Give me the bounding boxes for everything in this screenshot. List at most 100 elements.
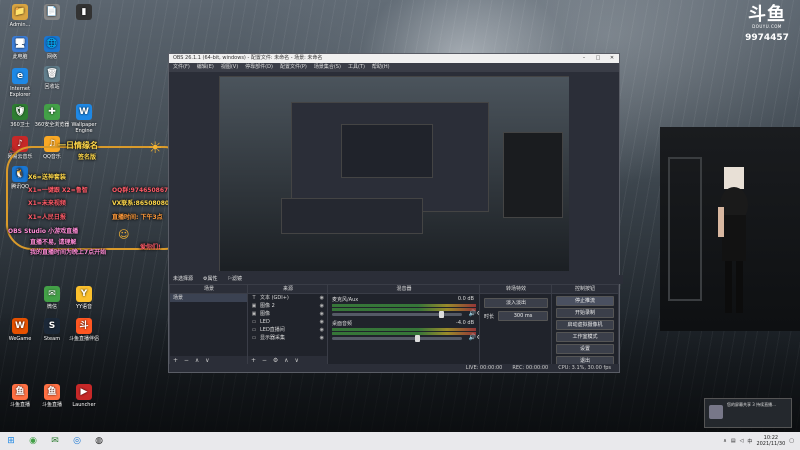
browser-icon[interactable]: ◎ bbox=[66, 432, 88, 450]
obs-taskbar-icon[interactable]: ◍ bbox=[88, 432, 110, 450]
source-item[interactable]: T 文本 (GDI+) ◉ bbox=[248, 294, 328, 302]
desktop-icon[interactable]: 鱼斗鱼直播 bbox=[2, 384, 38, 408]
visibility-icon[interactable]: ◉ bbox=[320, 310, 324, 318]
network-icon[interactable]: ▤ bbox=[731, 438, 736, 444]
desktop-icon-label: 微信 bbox=[46, 304, 57, 310]
tray-expand-icon[interactable]: ∧ bbox=[723, 438, 727, 444]
overlay-note: X1=未来视频 bbox=[28, 200, 66, 207]
douyu-watermark: 斗鱼 DOUYU.COM 9974457 bbox=[742, 6, 792, 44]
control-button[interactable]: 设置 bbox=[556, 344, 614, 354]
volume-knob[interactable] bbox=[415, 335, 421, 342]
menu-item[interactable]: 停靠部件(D) bbox=[245, 63, 273, 72]
source-item[interactable]: ▭ LED直播间 ◉ bbox=[248, 326, 328, 334]
volume-knob[interactable] bbox=[438, 311, 444, 318]
duration-input[interactable]: 300 ms bbox=[498, 311, 548, 321]
control-buttons: 停止推流 开始录制 启动虚拟摄像机 工作室模式 设置 退出 bbox=[552, 296, 618, 366]
desktop-icon[interactable]: ▶ Launcher bbox=[66, 384, 102, 408]
overlay-title: 一日情缘名 bbox=[58, 141, 98, 150]
menu-item[interactable]: 编辑(E) bbox=[197, 63, 214, 72]
menu-item[interactable]: 配置文件(P) bbox=[280, 63, 307, 72]
desktop-icon[interactable]: 鱼斗鱼直播 bbox=[34, 384, 70, 408]
desktop-icon[interactable]: e Internet Explorer bbox=[2, 68, 38, 98]
chrome-icon[interactable]: ◉ bbox=[22, 432, 44, 450]
desktop-icon[interactable]: S Steam bbox=[34, 318, 70, 342]
notification-toast[interactable]: 您的屏幕共享 3 持续直播... bbox=[704, 398, 792, 428]
source-item[interactable]: ▭ LED ◉ bbox=[248, 318, 328, 326]
visibility-icon[interactable]: ◉ bbox=[320, 318, 324, 326]
clock-date: 2021/11/30 bbox=[756, 441, 786, 447]
visibility-icon[interactable]: ◉ bbox=[320, 326, 324, 334]
source-item[interactable]: ▣ 图像 ◉ bbox=[248, 310, 328, 318]
desktop-icon[interactable]: W Wallpaper Engine bbox=[66, 104, 102, 134]
menu-item[interactable]: 场景集合(S) bbox=[314, 63, 341, 72]
desktop-icon-glyph: 🛡 bbox=[12, 104, 28, 120]
visibility-icon[interactable]: ◉ bbox=[320, 334, 324, 342]
status-stat: LIVE: 00:00:00 bbox=[465, 365, 503, 371]
desktop-icon-label: 网络 bbox=[46, 54, 57, 60]
mixer-channel-name: 桌面音频 bbox=[332, 321, 353, 327]
desktop-icon[interactable]: 🌐 网络 bbox=[34, 36, 70, 60]
control-button[interactable]: 开始录制 bbox=[556, 308, 614, 318]
desktop-icon[interactable]: 📁 Admin... bbox=[2, 4, 38, 28]
menu-item[interactable]: 帮助(H) bbox=[372, 63, 390, 72]
desktop-icon-label: Launcher bbox=[72, 402, 96, 408]
start-icon[interactable]: ⊞ bbox=[0, 432, 22, 450]
desktop-icon[interactable]: ▮ bbox=[66, 4, 102, 22]
desktop-icon[interactable]: ✚ 360安全浏览器 bbox=[34, 104, 70, 128]
desktop-icon[interactable]: 🛡 360卫士 bbox=[2, 104, 38, 128]
desktop-icon[interactable]: Y YY语音 bbox=[66, 286, 102, 310]
close-icon[interactable]: ✕ bbox=[605, 54, 619, 63]
desktop-icon[interactable]: 🖥 此电脑 bbox=[2, 36, 38, 60]
desktop-icon-glyph: 🖥 bbox=[12, 36, 28, 52]
desktop-icon[interactable]: W WeGame bbox=[2, 318, 38, 342]
desktop-icon[interactable]: 📄 bbox=[34, 4, 70, 22]
source-label: 图像 2 bbox=[260, 303, 275, 309]
speaker-icon[interactable]: 🔊 bbox=[469, 334, 476, 341]
clock[interactable]: 10:22 2021/11/30 bbox=[756, 435, 785, 447]
overlay-note: X1=一键跟 X2=鲁智 bbox=[28, 187, 88, 194]
visibility-icon[interactable]: ◉ bbox=[320, 302, 324, 310]
obs-titlebar: OBS 26.1.1 (64-bit, windows) - 配置文件: 未命名… bbox=[169, 54, 619, 63]
volume-slider[interactable]: 🔊⚙ bbox=[332, 310, 482, 318]
source-toolbar-item[interactable]: ⚙属性 bbox=[203, 275, 217, 284]
mixer-channel-header: 桌面音频 -4.0 dB bbox=[328, 320, 480, 327]
menu-item[interactable]: 视图(V) bbox=[221, 63, 238, 72]
ime-icon[interactable]: 中 bbox=[747, 438, 752, 445]
scene-item[interactable]: 场景 bbox=[170, 294, 248, 302]
transitions-dock: 转场特效 淡入淡出 时长 300 ms bbox=[479, 284, 553, 366]
visibility-icon[interactable]: ◉ bbox=[320, 294, 324, 302]
obs-preview[interactable] bbox=[219, 76, 569, 271]
notification-center-icon[interactable]: ▢ bbox=[789, 438, 794, 444]
volume-slider[interactable]: 🔊⚙ bbox=[332, 334, 482, 342]
source-list: T 文本 (GDI+) ◉ ▣ 图像 2 ◉ ▣ 图像 ◉ ▭ LED ◉ ▭ LED直播间 ◉ ▭ 显示器采集… bbox=[248, 294, 328, 342]
volume-icon[interactable]: ◁ bbox=[740, 438, 744, 444]
source-item[interactable]: ▣ 图像 2 ◉ bbox=[248, 302, 328, 310]
wechat-icon[interactable]: ✉ bbox=[44, 432, 66, 450]
menu-item[interactable]: 工具(T) bbox=[348, 63, 365, 72]
camera-door bbox=[668, 157, 702, 301]
transition-select[interactable]: 淡入淡出 bbox=[484, 298, 548, 308]
control-button[interactable]: 停止推流 bbox=[556, 296, 614, 306]
desktop-icon[interactable]: 🗑 回收站 bbox=[34, 66, 70, 90]
desktop-icon[interactable]: 斗斗鱼直播伴侣 bbox=[66, 318, 102, 342]
source-type-icon: ▭ bbox=[251, 319, 257, 325]
obs-title: OBS 26.1.1 (64-bit, windows) - 配置文件: 未命名… bbox=[173, 55, 323, 61]
source-item[interactable]: ▭ 显示器采集 ◉ bbox=[248, 334, 328, 342]
menu-item[interactable]: 文件(F) bbox=[173, 63, 190, 72]
minimize-icon[interactable]: – bbox=[577, 54, 591, 63]
desktop-icon-glyph: ▮ bbox=[76, 4, 92, 20]
desktop-icon-glyph: 🗑 bbox=[44, 66, 60, 82]
sun-icon: ☀ bbox=[148, 138, 163, 157]
control-button[interactable]: 启动虚拟摄像机 bbox=[556, 320, 614, 330]
desktop-icon[interactable]: ✉ 微信 bbox=[34, 286, 70, 310]
obs-window: OBS 26.1.1 (64-bit, windows) - 配置文件: 未命名… bbox=[168, 53, 623, 373]
mixer-channel-db: -4.0 dB bbox=[456, 320, 474, 326]
room-id: 9974457 bbox=[745, 33, 789, 43]
overlay-note: OQ群:974650867 bbox=[112, 187, 169, 194]
control-button[interactable]: 工作室模式 bbox=[556, 332, 614, 342]
mixer-channel: 麦克风/Aux 0.0 dB 🔊⚙ bbox=[328, 296, 482, 318]
source-type-icon: ▣ bbox=[251, 303, 257, 309]
source-toolbar-item[interactable]: ⚐滤镜 bbox=[228, 275, 242, 284]
maximize-icon[interactable]: □ bbox=[591, 54, 605, 63]
speaker-icon[interactable]: 🔊 bbox=[469, 310, 476, 317]
